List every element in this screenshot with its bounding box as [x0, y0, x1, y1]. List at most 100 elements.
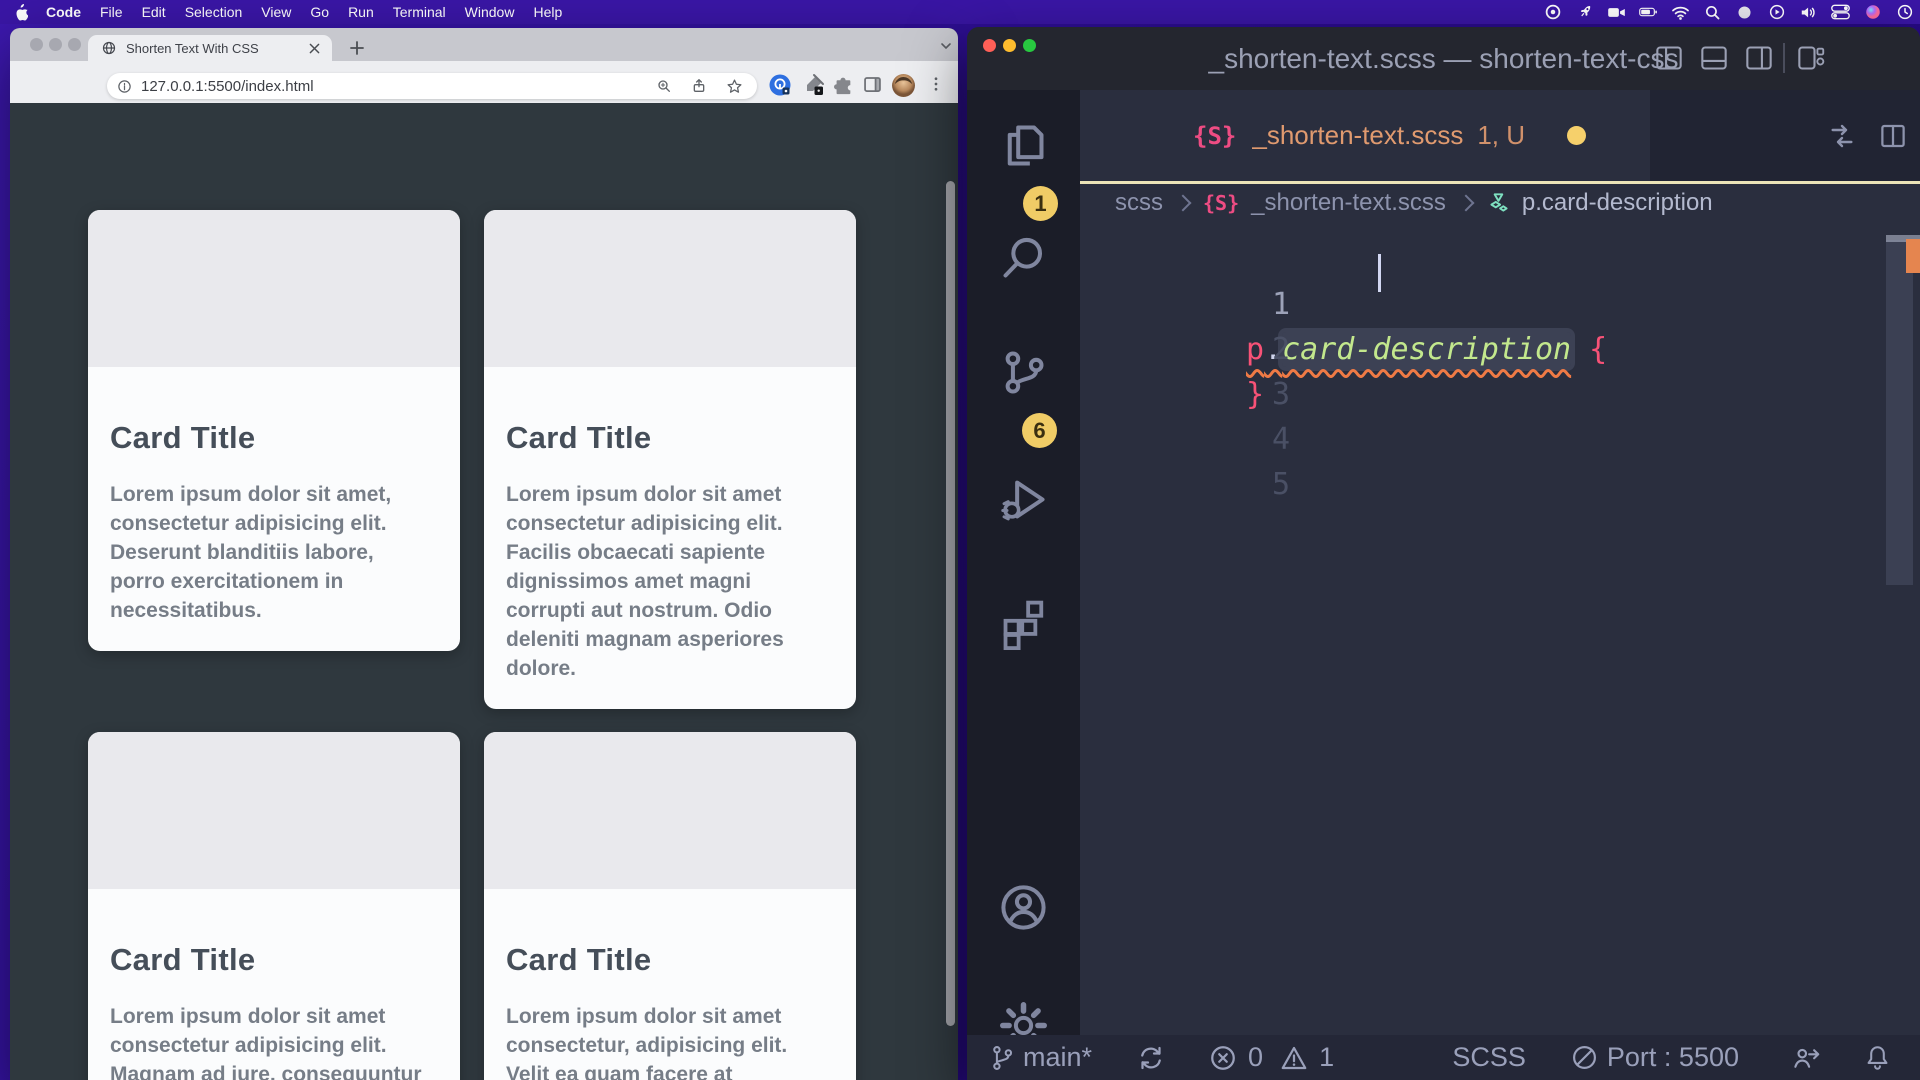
- live-server-port[interactable]: Port : 5500: [1570, 1042, 1739, 1073]
- extensions-puzzle-icon[interactable]: [832, 74, 854, 96]
- split-right-layout-icon[interactable]: [1745, 45, 1773, 71]
- code-editor[interactable]: 1 p.card-description { 2 } 3 4 5: [1080, 222, 1920, 1035]
- explorer-badge: 1: [1023, 186, 1058, 221]
- branch-name: main*: [1023, 1042, 1092, 1073]
- accounts-icon[interactable]: [996, 880, 1051, 935]
- language-mode[interactable]: SCSS: [1452, 1042, 1526, 1073]
- run-debug-icon[interactable]: [996, 472, 1051, 527]
- source-control-badge: 6: [1022, 413, 1057, 448]
- card-image-placeholder: [484, 210, 856, 367]
- macos-menu-bar: Code File Edit Selection View Go Run Ter…: [0, 0, 1920, 24]
- card: Card Title Lorem ipsum dolor sit amet co…: [484, 210, 856, 709]
- vscode-title-bar[interactable]: _shorten-text.scss — shorten-text-css: [967, 27, 1920, 90]
- volume-icon[interactable]: [1799, 3, 1818, 22]
- split-editor-icon[interactable]: [1877, 121, 1909, 151]
- breadcrumb-symbol[interactable]: p.card-description: [1522, 189, 1713, 217]
- breadcrumb-file[interactable]: _shorten-text.scss: [1251, 189, 1446, 217]
- breadcrumbs: scss {S} _shorten-text.scss p.card-descr…: [1080, 184, 1920, 222]
- page-scrollbar[interactable]: [946, 181, 955, 1026]
- profile-avatar[interactable]: [891, 73, 916, 98]
- url-text[interactable]: 127.0.0.1:5500/index.html: [141, 78, 314, 95]
- menu-run[interactable]: Run: [348, 4, 374, 20]
- editor-scrollbar[interactable]: [1886, 240, 1913, 585]
- window-zoom-button[interactable]: [68, 38, 81, 51]
- browser-tab[interactable]: Shorten Text With CSS: [88, 35, 332, 61]
- open-changes-icon[interactable]: [1825, 120, 1859, 152]
- eyedropper-extension-icon[interactable]: [801, 73, 825, 97]
- source-control-icon[interactable]: [996, 345, 1051, 400]
- warning-count: 1: [1319, 1042, 1334, 1073]
- error-count: 0: [1248, 1042, 1263, 1073]
- control-center-icon[interactable]: [1831, 3, 1850, 22]
- card-image-placeholder: [88, 210, 460, 367]
- feedback-icon[interactable]: [1791, 1043, 1821, 1073]
- symbol-class-icon: [1486, 190, 1512, 216]
- tab-favicon-globe-icon: [102, 41, 116, 55]
- circle-app-icon[interactable]: [1735, 3, 1754, 22]
- rocket-icon[interactable]: [1575, 3, 1594, 22]
- split-left-layout-icon[interactable]: [1655, 45, 1683, 71]
- zoom-icon[interactable]: [656, 78, 672, 94]
- window-close-button[interactable]: [30, 38, 43, 51]
- menu-terminal[interactable]: Terminal: [393, 4, 446, 20]
- web-page: Card Title Lorem ipsum dolor sit amet, c…: [10, 103, 958, 1080]
- card: Card Title Lorem ipsum dolor sit amet, c…: [88, 210, 460, 651]
- window-title: _shorten-text.scss — shorten-text-css: [967, 27, 1920, 90]
- tab-strip-chevron-icon[interactable]: [940, 40, 952, 52]
- card-title: Card Title: [110, 942, 438, 978]
- menu-go[interactable]: Go: [310, 4, 329, 20]
- customize-layout-icon[interactable]: [1797, 45, 1825, 71]
- problems-item[interactable]: 0 1: [1208, 1042, 1334, 1073]
- git-branch-item[interactable]: main*: [989, 1042, 1092, 1073]
- window-minimize-button[interactable]: [49, 38, 62, 51]
- battery-icon[interactable]: [1639, 3, 1658, 22]
- editor-tab-active[interactable]: {S} _shorten-text.scss 1, U: [1080, 90, 1650, 181]
- tab-problem-badge: 1, U: [1477, 120, 1525, 151]
- menu-window[interactable]: Window: [465, 4, 515, 20]
- explorer-icon[interactable]: [996, 118, 1051, 173]
- search-icon[interactable]: [996, 230, 1051, 285]
- card: Card Title Lorem ipsum dolor sit amet co…: [484, 732, 856, 1080]
- editor-tab-bar: {S} _shorten-text.scss 1, U: [1080, 90, 1920, 181]
- screen-mirroring-icon[interactable]: [1767, 3, 1786, 22]
- menu-help[interactable]: Help: [533, 4, 562, 20]
- notifications-bell-icon[interactable]: [1863, 1043, 1892, 1072]
- card-title: Card Title: [110, 420, 438, 456]
- card-grid: Card Title Lorem ipsum dolor sit amet, c…: [88, 210, 856, 1080]
- address-bar[interactable]: 127.0.0.1:5500/index.html: [107, 73, 757, 99]
- extensions-icon[interactable]: [996, 595, 1051, 650]
- menu-view[interactable]: View: [261, 4, 291, 20]
- site-info-icon[interactable]: [117, 79, 132, 94]
- tab-close-icon[interactable]: [309, 43, 320, 54]
- active-app-name[interactable]: Code: [46, 4, 81, 20]
- card-title: Card Title: [506, 420, 834, 456]
- unsaved-dot-icon[interactable]: [1567, 126, 1586, 145]
- overflow-menu-icon[interactable]: [927, 75, 945, 93]
- bookmark-star-icon[interactable]: [726, 78, 743, 95]
- video-camera-icon[interactable]: [1607, 3, 1626, 22]
- password-extension-icon[interactable]: [768, 73, 792, 97]
- card-title: Card Title: [506, 942, 834, 978]
- scss-file-icon: {S}: [1203, 191, 1239, 215]
- share-icon[interactable]: [691, 78, 707, 94]
- spotlight-search-icon[interactable]: [1703, 3, 1722, 22]
- titlebar-separator: [1783, 43, 1785, 73]
- apple-logo-icon[interactable]: [14, 4, 28, 21]
- side-panel-icon[interactable]: [862, 74, 883, 95]
- line-number: 5: [1080, 462, 1290, 507]
- panel-layout-icon[interactable]: [1700, 45, 1728, 71]
- card-description: Lorem ipsum dolor sit amet, consectetur …: [110, 480, 438, 625]
- siri-icon[interactable]: [1863, 3, 1882, 22]
- menu-selection[interactable]: Selection: [185, 4, 243, 20]
- breadcrumb-folder[interactable]: scss: [1115, 189, 1163, 217]
- card-image-placeholder: [484, 732, 856, 889]
- new-tab-button[interactable]: [350, 41, 364, 55]
- clock-icon[interactable]: [1895, 3, 1914, 22]
- menu-edit[interactable]: Edit: [142, 4, 166, 20]
- wifi-icon[interactable]: [1671, 3, 1690, 22]
- card-image-placeholder: [88, 732, 460, 889]
- record-icon[interactable]: [1543, 3, 1562, 22]
- sync-icon[interactable]: [1136, 1043, 1166, 1073]
- activity-bar: 1 6: [967, 90, 1080, 1035]
- menu-file[interactable]: File: [100, 4, 123, 20]
